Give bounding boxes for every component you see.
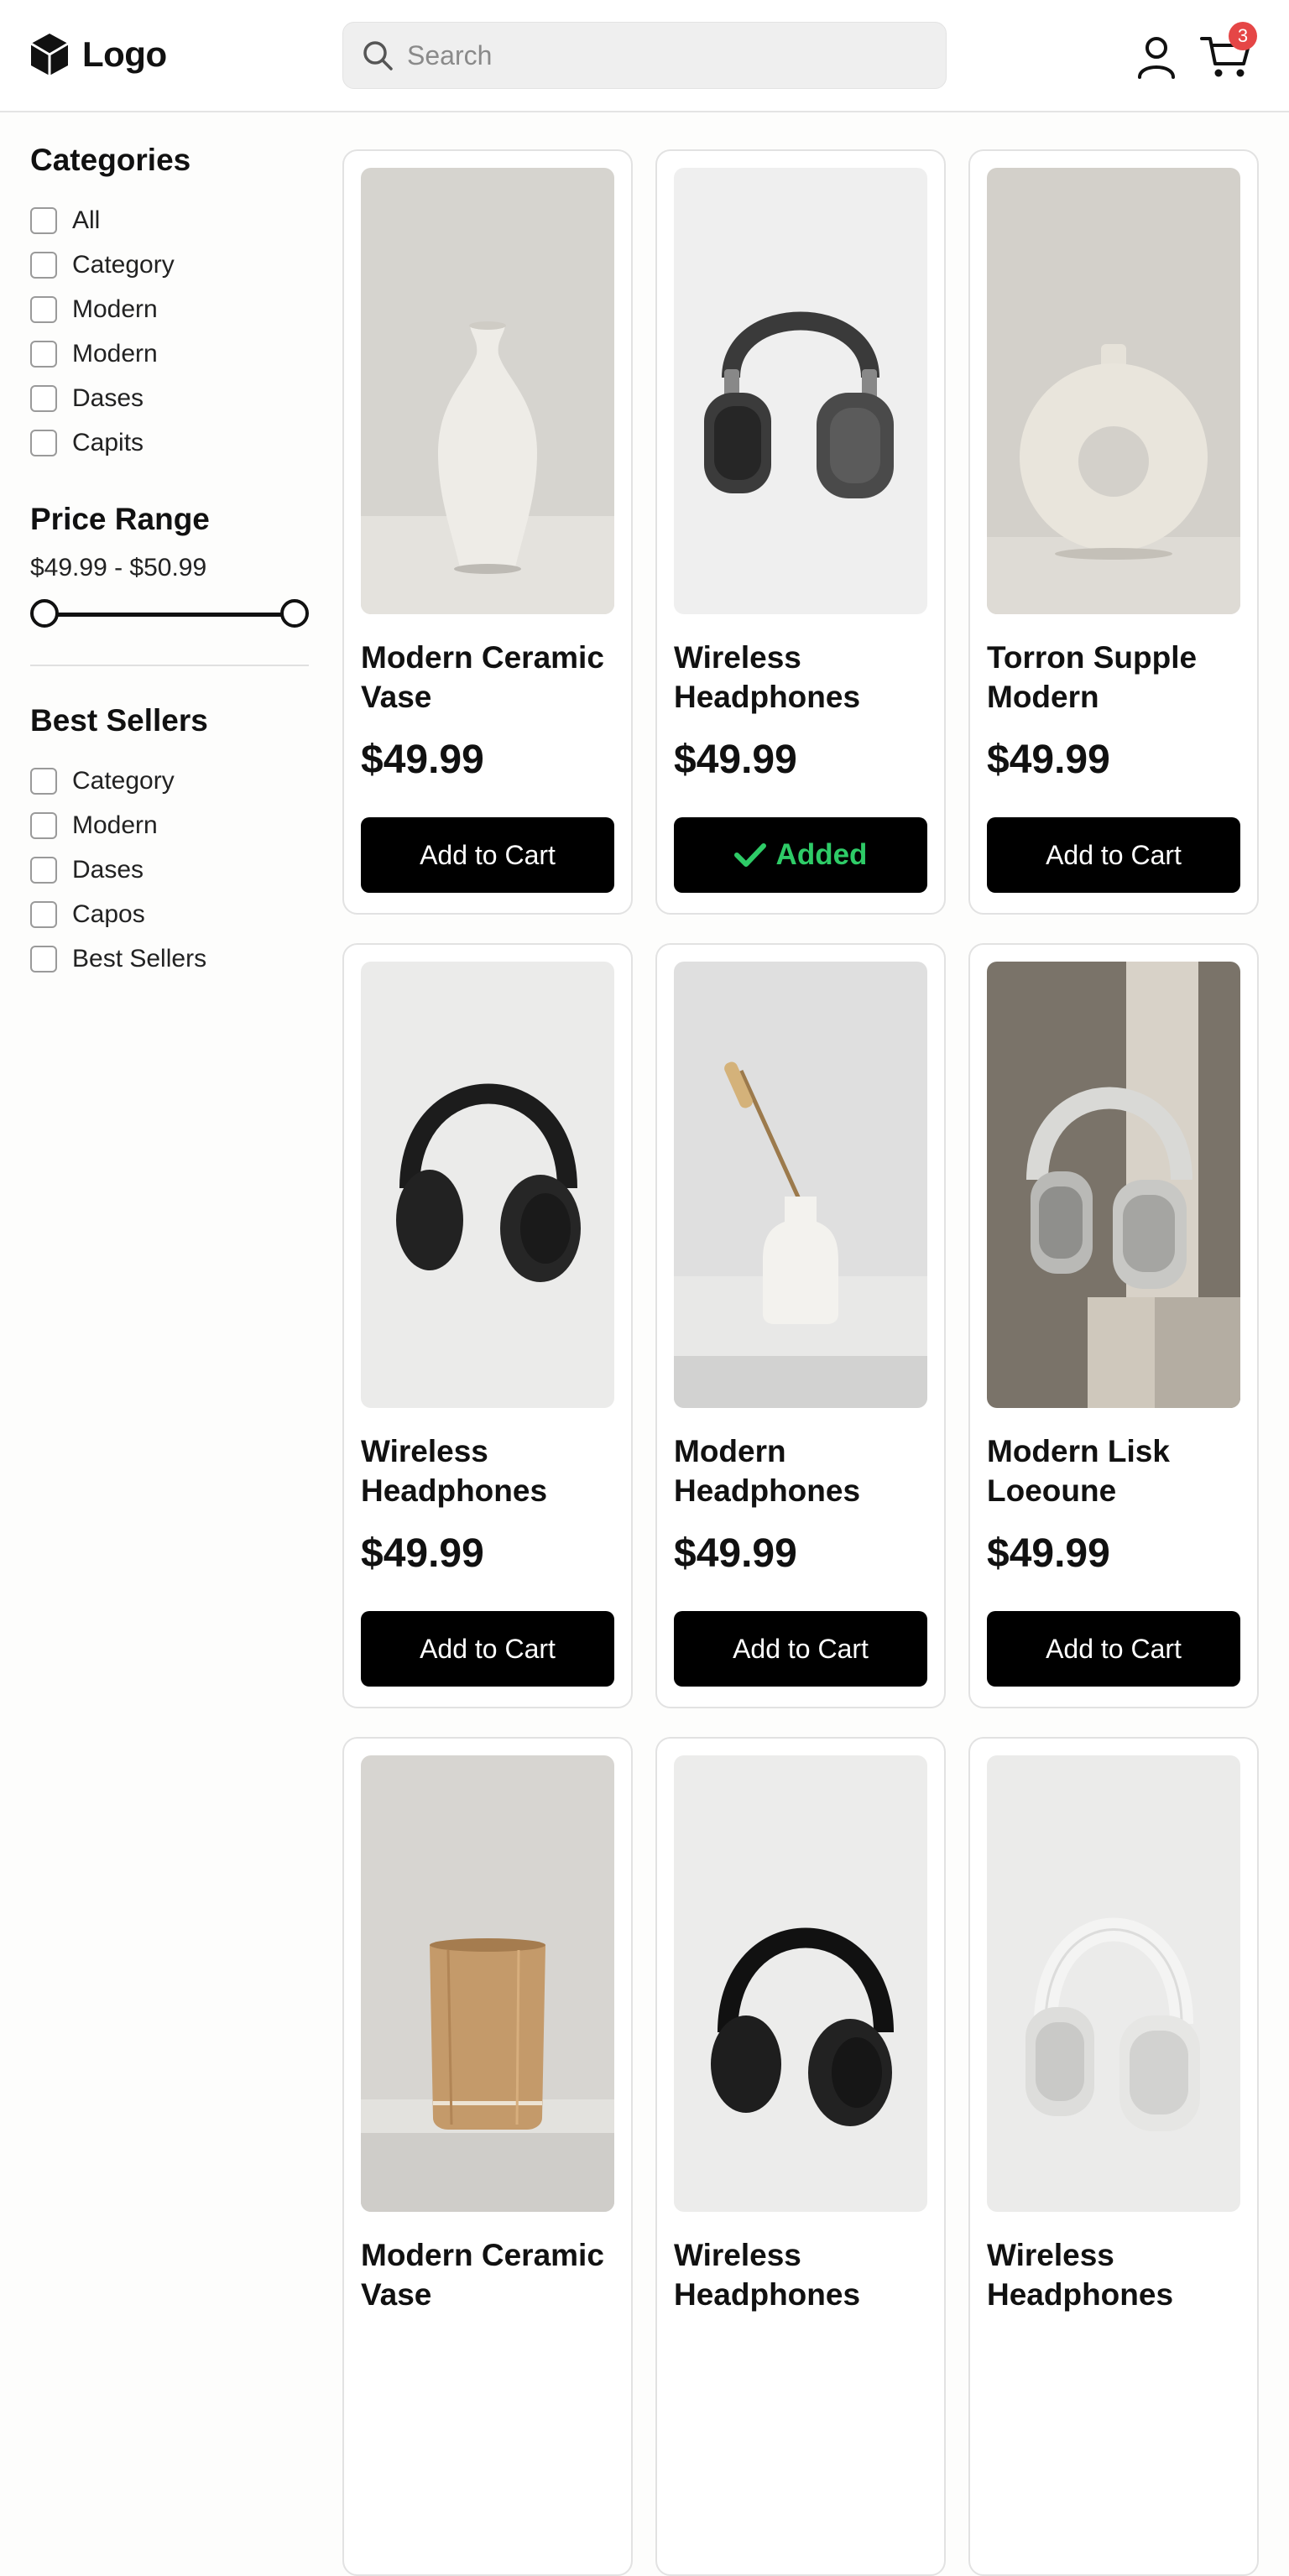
product-title[interactable]: Wireless Headphones: [361, 1431, 614, 1510]
add-to-cart-button[interactable]: Add to Cart: [987, 817, 1240, 893]
product-price: $49.99: [987, 738, 1110, 782]
product-image-headphones-silver-on-pedestal[interactable]: [987, 962, 1240, 1408]
checkbox[interactable]: [30, 767, 57, 795]
product-card[interactable]: Wireless Headphones $49.99 Added: [655, 149, 946, 915]
price-range-slider[interactable]: [30, 597, 309, 631]
top-navigation-bar: Logo 3: [0, 0, 1289, 112]
product-card[interactable]: Modern Lisk Loeoune $49.99 Add to Cart: [968, 943, 1259, 1708]
best-seller-label: Category: [72, 766, 175, 795]
best-seller-filter-item[interactable]: Category: [30, 759, 309, 803]
cart-count-badge: 3: [1229, 22, 1257, 50]
category-label: All: [72, 206, 101, 234]
product-title[interactable]: Modern Lisk Loeoune: [987, 1431, 1240, 1510]
product-image-ceramic-vase[interactable]: [361, 168, 614, 614]
product-image-diffuser-vase[interactable]: [674, 962, 927, 1408]
product-title[interactable]: Modern Headphones: [674, 1431, 927, 1510]
product-image-headphones-dark-gray[interactable]: [674, 168, 927, 614]
product-title[interactable]: Wireless Headphones: [987, 2235, 1240, 2314]
best-seller-label: Best Sellers: [72, 944, 207, 973]
user-account-icon[interactable]: [1133, 34, 1180, 81]
product-card[interactable]: Wireless Headphones: [968, 1737, 1259, 2576]
category-label: Capits: [72, 428, 144, 456]
add-to-cart-button[interactable]: Add to Cart: [987, 1611, 1240, 1687]
product-card[interactable]: Modern Ceramic Vase: [342, 1737, 633, 2576]
product-title[interactable]: Wireless Headphones: [674, 2235, 927, 2314]
slider-track: [44, 613, 295, 617]
best-seller-filter-item[interactable]: Best Sellers: [30, 936, 309, 981]
product-grid: Modern Ceramic Vase $49.99 Add to Cart W…: [342, 149, 1259, 2576]
categories-list: All Category Modern Modern Dases Capits: [30, 198, 309, 465]
best-sellers-heading: Best Sellers: [30, 703, 208, 738]
product-price: $49.99: [361, 738, 484, 782]
category-filter-item[interactable]: Modern: [30, 287, 309, 331]
product-card[interactable]: Modern Ceramic Vase $49.99 Add to Cart: [342, 149, 633, 915]
product-image-donut-vase[interactable]: [987, 168, 1240, 614]
product-title[interactable]: Wireless Headphones: [674, 638, 927, 717]
divider: [30, 665, 309, 666]
added-label: Added: [775, 838, 868, 871]
slider-max-handle[interactable]: [280, 599, 309, 628]
filter-sidebar: Categories All Category Modern Modern Da…: [30, 143, 309, 981]
checkbox[interactable]: [30, 900, 57, 928]
best-seller-filter-item[interactable]: Dases: [30, 847, 309, 892]
best-sellers-list: Category Modern Dases Capos Best Sellers: [30, 759, 309, 981]
checkbox[interactable]: [30, 811, 57, 839]
price-range-heading: Price Range: [30, 502, 210, 536]
product-image-headphones-black[interactable]: [674, 1755, 927, 2212]
product-price: $49.99: [674, 1531, 797, 1576]
best-seller-label: Dases: [72, 855, 144, 884]
product-image-wooden-cylinder[interactable]: [361, 1755, 614, 2212]
category-filter-item[interactable]: Capits: [30, 420, 309, 465]
product-price: $49.99: [361, 1531, 484, 1576]
best-seller-filter-item[interactable]: Capos: [30, 892, 309, 936]
checkbox[interactable]: [30, 251, 57, 279]
checkbox[interactable]: [30, 340, 57, 368]
add-to-cart-button[interactable]: Add to Cart: [361, 817, 614, 893]
checkbox[interactable]: [30, 856, 57, 884]
product-price: $49.99: [674, 738, 797, 782]
product-card[interactable]: Modern Headphones $49.99 Add to Cart: [655, 943, 946, 1708]
search-bar[interactable]: [342, 22, 947, 89]
checkbox[interactable]: [30, 295, 57, 323]
slider-min-handle[interactable]: [30, 599, 59, 628]
checkbox[interactable]: [30, 429, 57, 456]
product-card[interactable]: Wireless Headphones: [655, 1737, 946, 2576]
product-title[interactable]: Modern Ceramic Vase: [361, 2235, 614, 2314]
categories-heading: Categories: [30, 143, 191, 177]
logo-text: Logo: [82, 34, 167, 74]
best-seller-filter-item[interactable]: Modern: [30, 803, 309, 847]
category-filter-item[interactable]: All: [30, 198, 309, 242]
best-seller-label: Capos: [72, 900, 145, 928]
category-label: Category: [72, 250, 175, 279]
checkbox[interactable]: [30, 945, 57, 973]
checkmark-icon: [733, 843, 766, 867]
category-filter-item[interactable]: Modern: [30, 331, 309, 376]
best-seller-label: Modern: [72, 811, 158, 839]
category-filter-item[interactable]: Dases: [30, 376, 309, 420]
product-card[interactable]: Wireless Headphones $49.99 Add to Cart: [342, 943, 633, 1708]
product-image-headphones-black[interactable]: [361, 962, 614, 1408]
product-title[interactable]: Modern Ceramic Vase: [361, 638, 614, 717]
category-label: Dases: [72, 383, 144, 412]
checkbox[interactable]: [30, 206, 57, 234]
category-label: Modern: [72, 295, 158, 323]
search-icon: [363, 41, 393, 70]
product-image-headphones-white[interactable]: [987, 1755, 1240, 2212]
add-to-cart-button[interactable]: Add to Cart: [674, 1611, 927, 1687]
logo[interactable]: Logo: [29, 32, 167, 77]
category-label: Modern: [72, 339, 158, 368]
product-card[interactable]: Torron Supple Modern $49.99 Add to Cart: [968, 149, 1259, 915]
search-input[interactable]: [407, 39, 911, 71]
product-title[interactable]: Torron Supple Modern: [987, 638, 1240, 717]
added-to-cart-button[interactable]: Added: [674, 817, 927, 893]
add-to-cart-button[interactable]: Add to Cart: [361, 1611, 614, 1687]
price-range-value: $49.99 - $50.99: [30, 554, 207, 581]
checkbox[interactable]: [30, 384, 57, 412]
category-filter-item[interactable]: Category: [30, 242, 309, 287]
cube-logo-icon: [30, 34, 69, 76]
product-price: $49.99: [987, 1531, 1110, 1576]
